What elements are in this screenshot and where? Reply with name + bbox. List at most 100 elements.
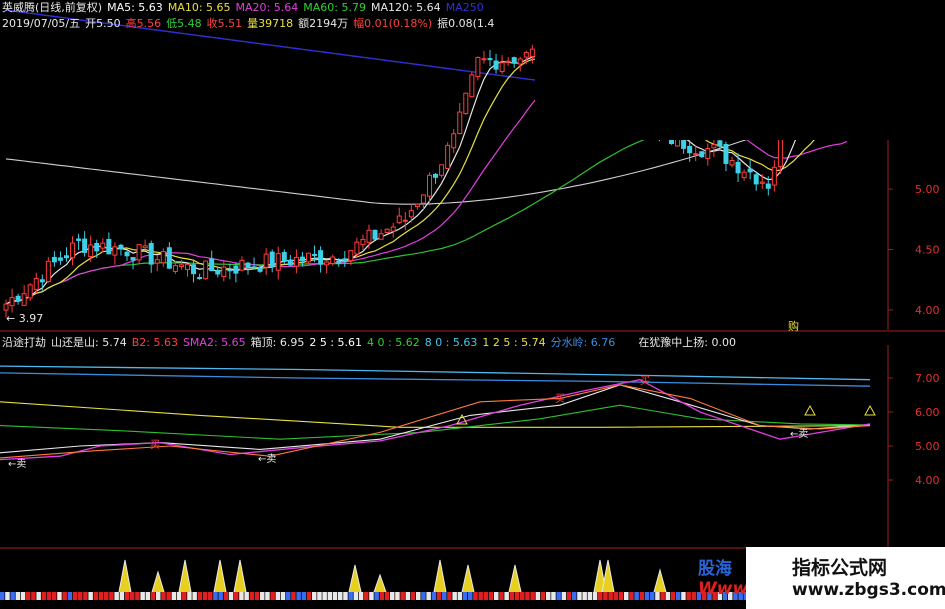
volume-cell bbox=[468, 592, 473, 600]
volume-cell bbox=[608, 592, 613, 600]
volume-cell bbox=[504, 592, 509, 600]
volume-cell bbox=[145, 592, 151, 600]
candle-body bbox=[9, 297, 15, 307]
candle-body bbox=[378, 233, 384, 240]
triangle-marker bbox=[864, 404, 876, 416]
price-tick-label: 4.00 bbox=[915, 304, 940, 317]
volume-cell bbox=[124, 592, 130, 600]
candle-body bbox=[148, 243, 154, 265]
candle-body bbox=[336, 260, 342, 264]
candle-body bbox=[390, 226, 396, 232]
candle-body bbox=[396, 215, 402, 224]
candle-body bbox=[711, 144, 717, 149]
volume-cell bbox=[332, 592, 338, 600]
volume-cell bbox=[369, 592, 374, 600]
candle-body bbox=[777, 137, 783, 167]
signal-spike bbox=[433, 559, 447, 593]
candle-body bbox=[215, 269, 221, 275]
candle-body bbox=[420, 194, 426, 204]
signal-spike bbox=[213, 559, 227, 593]
volume-cell bbox=[327, 592, 333, 600]
volume-cell bbox=[213, 592, 218, 600]
candle-body bbox=[324, 261, 330, 266]
date-label: 2019/07/05/五 bbox=[2, 17, 81, 30]
volume-cell bbox=[338, 592, 343, 600]
candle-body bbox=[402, 219, 408, 222]
volume-cell bbox=[197, 592, 203, 600]
candle-body bbox=[735, 161, 741, 174]
candle-body bbox=[209, 258, 215, 272]
candle-body bbox=[191, 264, 197, 275]
volume-cell bbox=[572, 592, 577, 600]
volume-cell bbox=[88, 592, 93, 600]
volume-cell bbox=[306, 592, 312, 600]
volume-cell bbox=[488, 592, 494, 600]
candle-body bbox=[723, 144, 729, 164]
volume-cell bbox=[374, 592, 379, 600]
volume-cell bbox=[426, 592, 431, 600]
signal-spike bbox=[151, 570, 165, 593]
candle-body bbox=[753, 174, 759, 185]
signal-spike bbox=[118, 559, 132, 593]
mask-top-right bbox=[535, 0, 945, 140]
volume-cell bbox=[249, 592, 255, 600]
volume-cell bbox=[676, 592, 681, 600]
candle-body bbox=[705, 147, 711, 159]
buy-signal-1: 买 bbox=[150, 439, 160, 451]
signal-spike bbox=[373, 573, 387, 593]
candle-body bbox=[245, 262, 251, 269]
candle-body bbox=[445, 144, 451, 169]
candle-body bbox=[15, 295, 21, 302]
volume-cell bbox=[431, 592, 437, 600]
candle-body bbox=[76, 238, 82, 241]
volume-cell bbox=[312, 592, 317, 600]
candle-body bbox=[299, 256, 305, 262]
candle-body bbox=[275, 253, 281, 271]
volume-cell bbox=[686, 592, 691, 600]
low-label: 低5.48 bbox=[166, 17, 202, 30]
candle-body bbox=[185, 263, 190, 270]
candle-body bbox=[33, 278, 39, 290]
candle-body bbox=[511, 57, 517, 64]
candle-body bbox=[687, 145, 693, 154]
volume-cell bbox=[46, 592, 52, 600]
sell-signal-3: ←卖 bbox=[790, 428, 808, 440]
box-top-line bbox=[0, 365, 871, 381]
candle-body bbox=[306, 252, 311, 263]
volume-cell bbox=[182, 592, 187, 600]
open-label: 开5.50 bbox=[85, 17, 121, 30]
volume-cell bbox=[530, 592, 535, 600]
candle-body bbox=[94, 243, 100, 252]
volume-cell bbox=[156, 592, 161, 600]
candle-body bbox=[505, 60, 511, 63]
candle-body bbox=[451, 133, 457, 149]
volume-cell bbox=[410, 592, 416, 600]
candle-body bbox=[771, 166, 777, 186]
candle-body bbox=[469, 74, 475, 98]
volume-cell bbox=[140, 592, 145, 600]
volume-cell bbox=[629, 592, 634, 600]
volume-cell bbox=[78, 592, 83, 600]
sell-signal-2: ←卖 bbox=[258, 453, 276, 465]
signal-spike bbox=[233, 559, 247, 593]
indicator-header: 沿途打劫 山还是山: 5.74 B2: 5.63 SMA2: 5.65 箱顶: 6.95… bbox=[2, 336, 741, 349]
white-band-line bbox=[0, 384, 871, 454]
volume-cell bbox=[681, 592, 686, 600]
volume-cell bbox=[57, 592, 62, 600]
indicator-value-7: 8 0 : 5.63 bbox=[424, 336, 478, 349]
candle-body bbox=[172, 265, 178, 272]
signal-spike bbox=[508, 564, 522, 593]
logo-top-text: 股海 bbox=[698, 559, 732, 579]
candle-body bbox=[82, 238, 88, 253]
close-label: 收5.51 bbox=[206, 17, 243, 30]
watermark-title: 指标公式网 bbox=[792, 557, 888, 579]
volume-cell bbox=[546, 592, 551, 600]
volume-label: 量39718 bbox=[247, 17, 294, 30]
volume-cell bbox=[525, 592, 530, 600]
volume-cell bbox=[176, 592, 182, 600]
volume-cell bbox=[400, 592, 405, 600]
volume-cell bbox=[364, 592, 369, 600]
candle-body bbox=[517, 58, 523, 65]
volume-cell bbox=[462, 592, 468, 600]
change-label: 幅0.01(0.18%) bbox=[353, 17, 433, 30]
